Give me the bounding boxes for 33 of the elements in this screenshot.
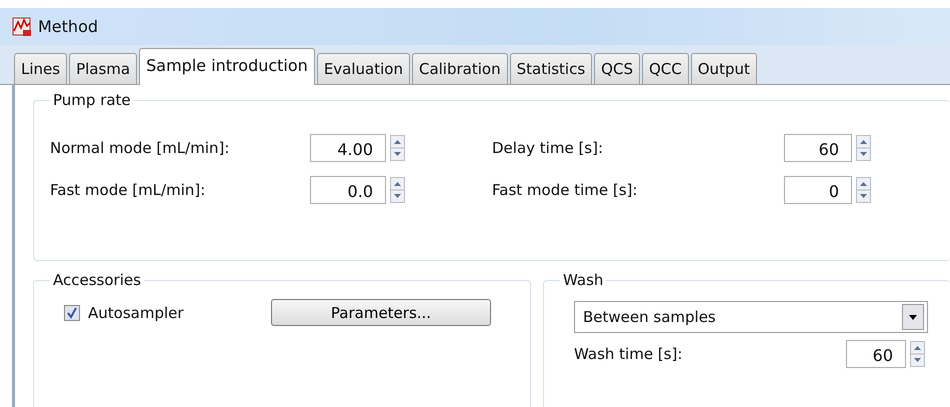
spin-field[interactable]: 0.0 [310, 176, 386, 204]
tab[interactable]: Evaluation [316, 53, 410, 84]
group-title: Accessories [52, 271, 142, 289]
group-title: Wash [562, 271, 604, 289]
field-label: Wash time [s]: [574, 345, 684, 363]
parameters-button[interactable]: Parameters... [271, 299, 491, 326]
spin-arrows-icon[interactable] [856, 177, 871, 203]
spin-arrows-icon[interactable] [390, 177, 405, 203]
dropdown[interactable]: Between samples [574, 301, 928, 333]
field-label: Fast mode time [s]: [492, 181, 638, 199]
field-label: Delay time [s]: [492, 139, 604, 157]
spin-field[interactable]: 60 [784, 134, 852, 162]
tab[interactable]: QCS [594, 53, 640, 84]
field-label: Fast mode [mL/min]: [50, 181, 206, 199]
checkbox[interactable] [64, 304, 80, 320]
window-title: Method [38, 17, 98, 36]
tab[interactable]: Calibration [412, 53, 508, 84]
tab[interactable]: Sample introduction [139, 48, 315, 85]
spin-field[interactable]: 0 [784, 176, 852, 204]
spin-arrows-icon[interactable] [910, 341, 925, 367]
tab[interactable]: Plasma [69, 53, 138, 84]
tab[interactable]: Output [690, 53, 757, 84]
tab[interactable]: Lines [14, 53, 68, 84]
spin-arrows-icon[interactable] [856, 135, 871, 161]
spin-field[interactable]: 60 [846, 340, 906, 368]
field-label: Normal mode [mL/min]: [50, 139, 230, 157]
tab[interactable]: QCC [642, 53, 689, 84]
tab[interactable]: Statistics [510, 53, 592, 84]
spin-arrows-icon[interactable] [390, 135, 405, 161]
chart-icon [12, 16, 32, 36]
group-title: Pump rate [52, 91, 132, 109]
checkbox-label[interactable]: Autosampler [88, 304, 271, 322]
spin-field[interactable]: 4.00 [310, 134, 386, 162]
